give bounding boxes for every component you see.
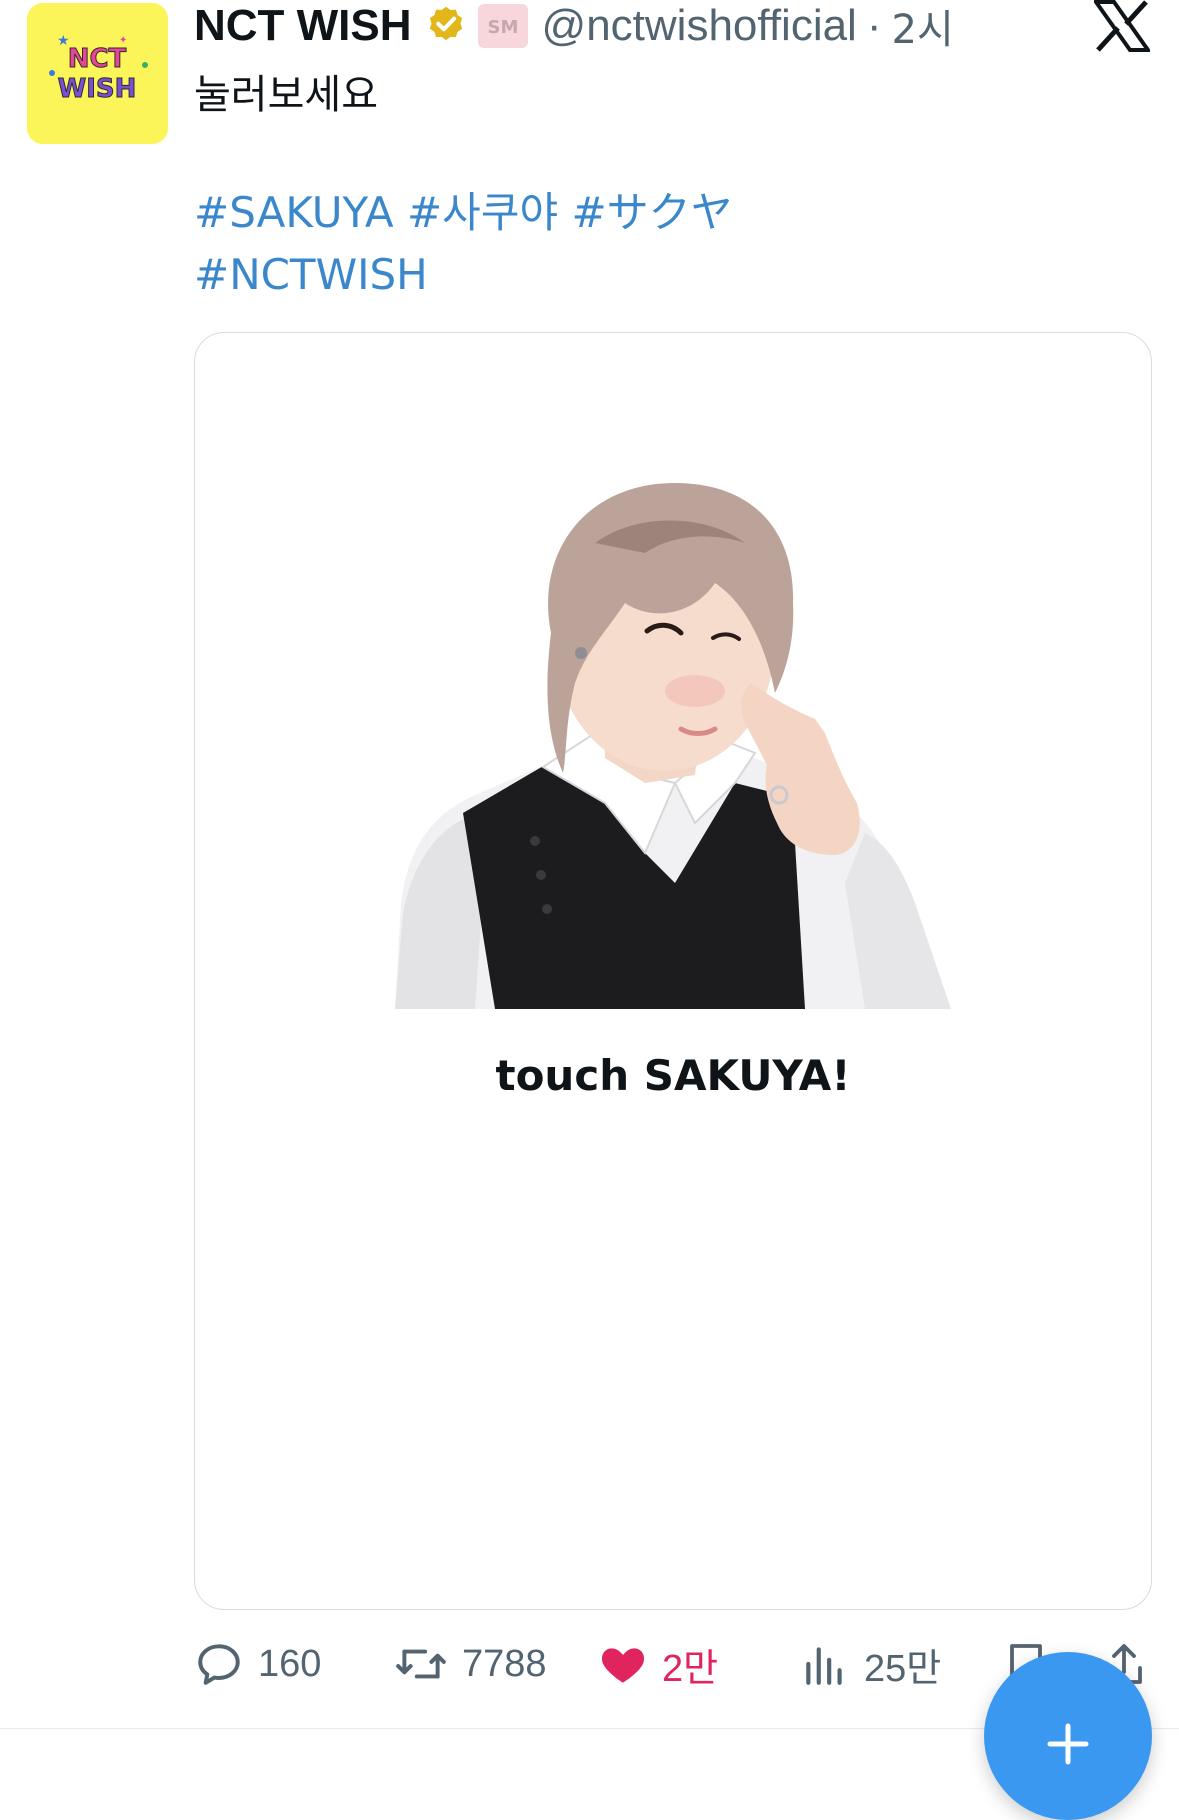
- tweet-header: NCT WISH SM @nctwishofficial · 2시: [194, 0, 954, 55]
- reply-count: 160: [258, 1642, 322, 1685]
- reply-button[interactable]: 160: [194, 1634, 321, 1694]
- timestamp[interactable]: 2시: [892, 0, 954, 55]
- hashtag-line-2[interactable]: #NCTWISH: [194, 250, 428, 299]
- affiliation-badge-text: SM: [487, 17, 518, 38]
- hashtags: #SAKUYA #사쿠야 #サクヤ #NCTWISH: [194, 182, 733, 306]
- views-button[interactable]: 25만: [800, 1634, 941, 1694]
- retweet-icon: [396, 1649, 446, 1679]
- card-caption: touch SAKUYA!: [495, 1051, 851, 1100]
- plus-icon: [1047, 1723, 1089, 1765]
- handle[interactable]: @nctwishofficial: [542, 1, 857, 51]
- hashtag-line-1[interactable]: #SAKUYA #사쿠야 #サクヤ: [194, 188, 733, 237]
- avatar-text-bottom: WISH: [58, 74, 137, 104]
- like-button[interactable]: 2만: [598, 1634, 718, 1694]
- avatar[interactable]: ★ ✦ NCT WISH: [27, 3, 168, 144]
- media-card[interactable]: touch SAKUYA!: [194, 332, 1152, 1610]
- x-logo-icon: [1094, 0, 1150, 52]
- like-count: 2만: [662, 1647, 719, 1690]
- views-count: 25만: [864, 1647, 942, 1690]
- avatar-text-top: NCT: [68, 44, 127, 74]
- display-name[interactable]: NCT WISH: [194, 1, 412, 51]
- separator-dot: ·: [866, 1, 882, 50]
- retweet-button[interactable]: 7788: [394, 1634, 547, 1694]
- member-photo: [395, 483, 951, 1009]
- heart-icon: [601, 1648, 645, 1683]
- reply-icon: [198, 1644, 240, 1685]
- compose-button[interactable]: [984, 1652, 1152, 1820]
- retweet-count: 7788: [462, 1642, 547, 1685]
- views-icon: [806, 1647, 842, 1685]
- verified-badge-icon[interactable]: [424, 4, 468, 48]
- affiliation-badge[interactable]: SM: [477, 4, 528, 48]
- tweet-text: 눌러보세요: [194, 72, 378, 118]
